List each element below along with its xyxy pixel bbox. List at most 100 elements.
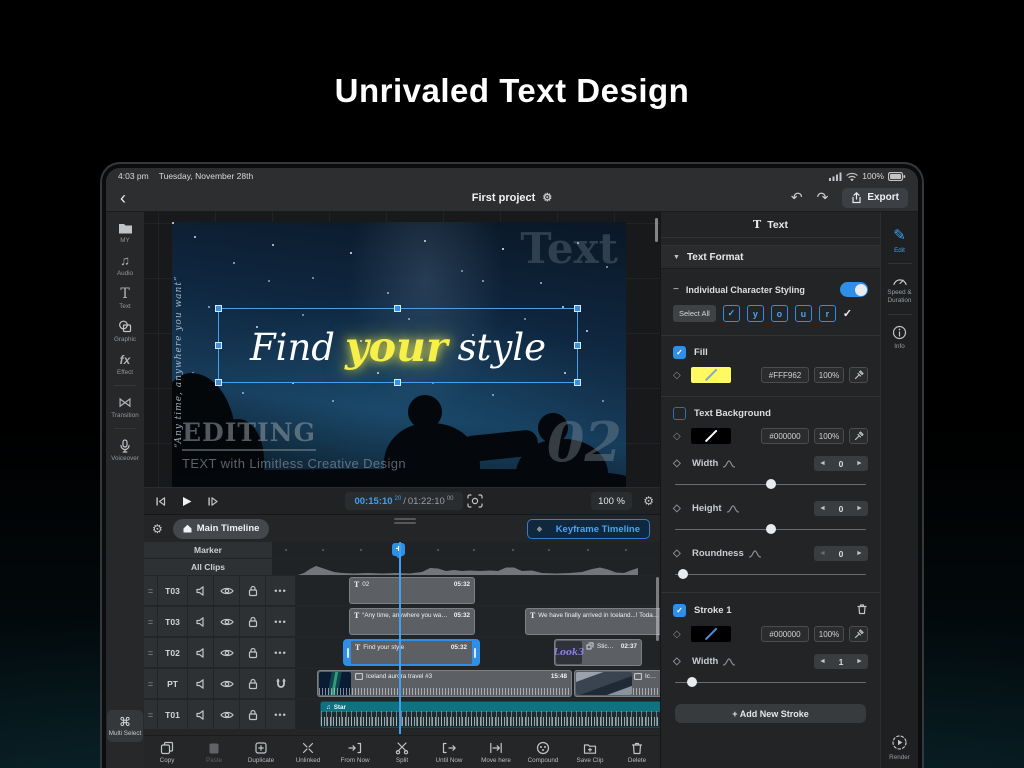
- roundness-slider[interactable]: [675, 569, 866, 579]
- sidebar-item-audio[interactable]: ♫ Audio: [106, 253, 144, 277]
- track-drag-handle[interactable]: =: [144, 576, 158, 605]
- selection-handle[interactable]: [215, 305, 222, 312]
- playhead[interactable]: [399, 542, 401, 734]
- keyframe-timeline-button[interactable]: ◆ Keyframe Timeline: [527, 519, 650, 539]
- eyedropper-button[interactable]: [849, 626, 868, 642]
- selection-handle[interactable]: [215, 379, 222, 386]
- delete-button[interactable]: Delete: [621, 741, 653, 764]
- keyframe-diamond-icon[interactable]: ◇: [673, 629, 687, 640]
- track-more-button[interactable]: •••: [266, 607, 296, 636]
- paste-button[interactable]: Paste: [198, 741, 230, 764]
- export-button[interactable]: Export: [842, 188, 908, 208]
- width-stepper[interactable]: ◄0►: [814, 456, 868, 471]
- selection-handle[interactable]: [574, 379, 581, 386]
- text-selection-box[interactable]: [218, 308, 578, 383]
- sidebar-item-transition[interactable]: ⋈ Transition: [106, 395, 144, 419]
- rail-info-button[interactable]: Info: [881, 321, 918, 359]
- visibility-button[interactable]: [214, 576, 240, 605]
- fill-hex-value[interactable]: #FFF962: [761, 367, 809, 383]
- delete-stroke-button[interactable]: [856, 603, 868, 618]
- sidebar-item-my[interactable]: MY: [106, 220, 144, 244]
- roundness-stepper[interactable]: ◄0►: [814, 546, 868, 561]
- stroke-opacity[interactable]: 100%: [814, 626, 844, 642]
- track-drag-handle[interactable]: =: [144, 700, 158, 729]
- redo-button[interactable]: ↷: [817, 189, 829, 206]
- next-frame-button[interactable]: [206, 495, 219, 508]
- marker-lane[interactable]: +: [272, 542, 660, 558]
- select-all-button[interactable]: Select All: [673, 305, 716, 322]
- height-slider[interactable]: [675, 524, 866, 534]
- preview-settings-icon[interactable]: ⚙: [643, 494, 654, 508]
- selected-text-clip[interactable]: T Find your style 05:32: [343, 639, 480, 666]
- selection-handle[interactable]: [574, 342, 581, 349]
- keyframe-diamond-icon[interactable]: ◇: [673, 370, 687, 381]
- char-box[interactable]: o: [771, 305, 788, 322]
- stroke-width-stepper[interactable]: ◄1►: [814, 654, 868, 669]
- collapse-icon[interactable]: −: [673, 284, 679, 295]
- duplicate-button[interactable]: Duplicate: [245, 741, 277, 764]
- mute-button[interactable]: [188, 669, 214, 698]
- text-background-hex-value[interactable]: #000000: [761, 428, 809, 444]
- timeline-settings-icon[interactable]: ⚙: [152, 522, 163, 536]
- save-clip-button[interactable]: Save Clip: [574, 741, 606, 764]
- play-button[interactable]: [180, 495, 193, 508]
- track-more-button[interactable]: •••: [266, 638, 296, 667]
- stroke-checkbox[interactable]: ✓: [673, 604, 686, 617]
- undo-button[interactable]: ↶: [791, 189, 803, 206]
- track-drag-handle[interactable]: =: [144, 638, 158, 667]
- lock-button[interactable]: [240, 669, 266, 698]
- sidebar-item-voiceover[interactable]: Voiceover: [106, 438, 144, 462]
- trim-handle-right[interactable]: [472, 641, 478, 664]
- keyframe-diamond-icon[interactable]: ◇: [673, 431, 687, 442]
- mute-button[interactable]: [188, 576, 214, 605]
- project-settings-icon[interactable]: ⚙: [542, 192, 552, 204]
- move-here-button[interactable]: Move here: [480, 741, 512, 764]
- until-now-button[interactable]: Until Now: [433, 741, 465, 764]
- selection-handle[interactable]: [574, 305, 581, 312]
- mute-button[interactable]: [188, 607, 214, 636]
- eyedropper-button[interactable]: [849, 367, 868, 383]
- track-lane[interactable]: T “Any time, anywhere you want” 05:32 T …: [296, 607, 660, 636]
- track-more-button[interactable]: •••: [266, 576, 296, 605]
- sidebar-item-effect[interactable]: fx Effect: [106, 352, 144, 376]
- sidebar-item-text[interactable]: T Text: [106, 286, 144, 310]
- text-clip[interactable]: T “Any time, anywhere you want” 05:32: [349, 608, 475, 635]
- eyedropper-button[interactable]: [849, 428, 868, 444]
- visibility-button[interactable]: [214, 607, 240, 636]
- text-background-opacity[interactable]: 100%: [814, 428, 844, 444]
- stroke-hex-value[interactable]: #000000: [761, 626, 809, 642]
- text-background-checkbox[interactable]: [673, 407, 686, 420]
- lock-button[interactable]: [240, 638, 266, 667]
- timeline-scrollbar[interactable]: [656, 577, 659, 641]
- keyframe-diamond-icon[interactable]: ◇: [673, 548, 687, 559]
- rail-render-button[interactable]: Render: [881, 730, 918, 768]
- char-box[interactable]: u: [795, 305, 812, 322]
- individual-styling-toggle[interactable]: [840, 282, 868, 297]
- timeline-drag-handle[interactable]: [394, 518, 416, 526]
- trim-handle-left[interactable]: [345, 641, 351, 664]
- multi-select-button[interactable]: ⌘ Multi Select: [107, 710, 143, 742]
- track-drag-handle[interactable]: =: [144, 669, 158, 698]
- char-box-check[interactable]: ✓: [723, 305, 740, 322]
- rail-speed-duration-button[interactable]: Speed & Duration: [881, 270, 918, 313]
- audio-clip[interactable]: ♫ Star: [320, 701, 660, 728]
- from-now-button[interactable]: From Now: [339, 741, 371, 764]
- mute-button[interactable]: [188, 700, 214, 729]
- visibility-button[interactable]: [214, 700, 240, 729]
- copy-button[interactable]: Copy: [151, 741, 183, 764]
- track-lane[interactable]: Iceland aurora travel #3 15:48 Iceland a…: [296, 669, 660, 698]
- split-button[interactable]: Split: [386, 741, 418, 764]
- fill-swatch[interactable]: [691, 367, 731, 383]
- all-clips-lane[interactable]: [272, 559, 660, 575]
- lock-button[interactable]: [240, 700, 266, 729]
- fill-checkbox[interactable]: ✓: [673, 346, 686, 359]
- visibility-button[interactable]: [214, 638, 240, 667]
- sticker-clip[interactable]: Look3 Sticker 02:37: [554, 639, 642, 666]
- main-timeline-button[interactable]: Main Timeline: [173, 519, 270, 539]
- zoom-level[interactable]: 100 %: [591, 492, 632, 510]
- sidebar-item-graphic[interactable]: Graphic: [106, 319, 144, 343]
- text-clip[interactable]: T 02 05:32: [349, 577, 475, 604]
- fill-opacity[interactable]: 100%: [814, 367, 844, 383]
- track-lane[interactable]: T 02 05:32: [296, 576, 660, 605]
- prev-frame-button[interactable]: [154, 495, 167, 508]
